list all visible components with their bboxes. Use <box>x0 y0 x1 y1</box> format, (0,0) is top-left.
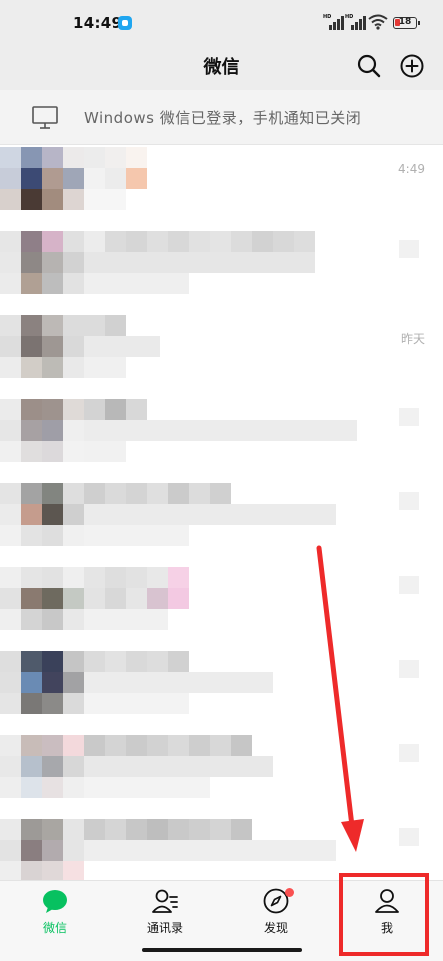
tab-label: 发现 <box>263 921 288 935</box>
message-preview-blurred <box>84 672 273 693</box>
monitor-icon <box>32 106 58 129</box>
battery-icon: 18 <box>393 17 420 29</box>
chat-list: 4:49 昨天 <box>0 145 443 880</box>
app-notification-icon <box>118 16 132 30</box>
contact-name-blurred <box>84 735 252 756</box>
avatar <box>0 651 84 714</box>
contact-name-blurred <box>84 231 315 252</box>
contact-name-blurred <box>84 819 252 840</box>
tab-contacts[interactable]: 通讯录 <box>110 881 220 941</box>
chat-item[interactable] <box>0 397 443 481</box>
contact-name-blurred <box>84 147 147 168</box>
avatar <box>0 567 84 630</box>
chat-time-blurred <box>399 576 419 594</box>
tab-label: 微信 <box>42 921 67 935</box>
message-preview-blurred <box>84 189 126 210</box>
message-preview-blurred <box>84 252 315 273</box>
tab-label: 通讯录 <box>146 921 183 935</box>
chat-bubble-icon <box>43 890 67 913</box>
avatar <box>0 231 84 294</box>
wifi-icon <box>368 14 388 30</box>
chat-item[interactable] <box>0 817 443 880</box>
chat-item[interactable] <box>0 733 443 817</box>
chat-time-blurred <box>399 240 419 258</box>
contact-name-blurred <box>84 315 126 336</box>
avatar <box>0 735 84 798</box>
battery-level: 18 <box>398 17 412 27</box>
message-preview-blurred <box>84 525 189 546</box>
message-preview-blurred <box>84 588 189 609</box>
message-preview-blurred <box>84 420 357 441</box>
chat-time-blurred <box>399 744 419 762</box>
contact-name-blurred <box>84 483 231 504</box>
signal-icon: HD <box>345 14 366 30</box>
chat-time-blurred <box>399 828 419 846</box>
avatar <box>0 315 84 378</box>
chat-time-blurred <box>399 660 419 678</box>
chat-item[interactable]: 昨天 <box>0 313 443 397</box>
message-preview-blurred <box>84 273 189 294</box>
avatar <box>0 147 84 210</box>
message-preview-blurred <box>84 693 189 714</box>
contact-name-blurred <box>84 399 147 420</box>
status-time: 14:49 <box>73 14 123 32</box>
avatar <box>0 483 84 546</box>
message-preview-blurred <box>84 168 147 189</box>
search-icon[interactable] <box>355 52 383 80</box>
tab-discover[interactable]: 发现 <box>221 881 331 941</box>
annotation-highlight-box <box>339 873 429 956</box>
chat-item[interactable] <box>0 229 443 313</box>
discover-badge-dot <box>285 888 294 897</box>
message-preview-blurred <box>84 777 210 798</box>
chat-time: 昨天 <box>400 332 425 346</box>
status-bar: 14:49 HD HD 18 <box>0 0 443 44</box>
contacts-icon <box>152 889 178 913</box>
add-icon[interactable] <box>398 52 426 80</box>
message-preview-blurred <box>84 357 126 378</box>
chat-item[interactable] <box>0 565 443 649</box>
chat-item[interactable]: 4:49 <box>0 145 443 229</box>
home-gesture-bar[interactable] <box>142 948 302 952</box>
message-preview-blurred <box>84 336 160 357</box>
message-preview-blurred <box>84 756 273 777</box>
contact-name-blurred <box>84 651 189 672</box>
chat-item[interactable] <box>0 649 443 733</box>
chat-item[interactable] <box>0 481 443 565</box>
message-preview-blurred <box>84 840 336 861</box>
chat-time-blurred <box>399 408 419 426</box>
chat-time-blurred <box>399 492 419 510</box>
tab-chats[interactable]: 微信 <box>0 881 110 941</box>
notice-text: Windows 微信已登录，手机通知已关闭 <box>84 109 362 127</box>
top-nav-bar: 微信 <box>0 44 443 90</box>
message-preview-blurred <box>84 609 168 630</box>
avatar <box>0 399 84 462</box>
message-preview-blurred <box>84 441 126 462</box>
message-preview-blurred <box>84 504 336 525</box>
contact-name-blurred <box>84 567 189 588</box>
avatar <box>0 819 84 880</box>
desktop-login-notice[interactable]: Windows 微信已登录，手机通知已关闭 <box>0 90 443 145</box>
signal-icon: HD <box>323 14 344 30</box>
chat-time: 4:49 <box>398 162 425 176</box>
